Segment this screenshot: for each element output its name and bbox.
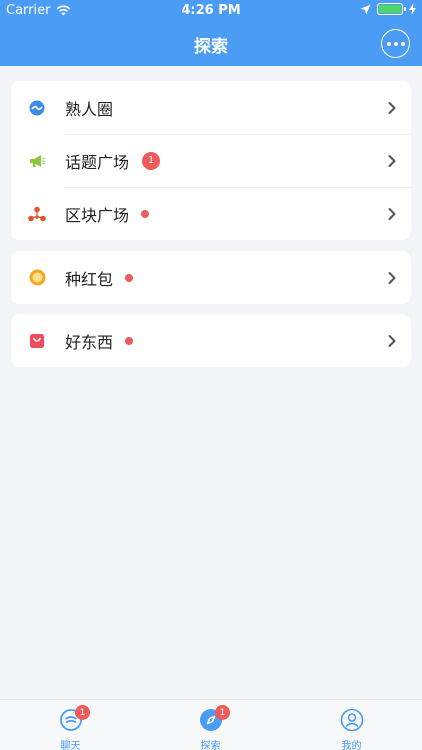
unread-dot bbox=[125, 336, 133, 345]
list-item-good-stuff[interactable]: 好东西 bbox=[11, 314, 411, 367]
shopping-bag-icon bbox=[28, 332, 46, 350]
list-item-topic-square[interactable]: 话题广场 1 bbox=[11, 134, 411, 187]
tab-badge: 1 bbox=[75, 705, 90, 720]
more-dot-icon bbox=[400, 41, 405, 46]
tab-label: 我的 bbox=[341, 741, 362, 750]
chevron-right-icon bbox=[388, 334, 396, 347]
status-time: 4:26 PM bbox=[181, 3, 241, 18]
row-label: 话题广场 bbox=[65, 152, 130, 172]
row-label: 种红包 bbox=[65, 269, 114, 289]
page-title: 探索 bbox=[194, 37, 228, 57]
list-item-plant-red-packet[interactable]: 种红包 bbox=[11, 251, 411, 304]
row-label: 好东西 bbox=[65, 332, 114, 352]
notification-count-badge: 1 bbox=[142, 151, 160, 170]
list-item-block-square[interactable]: 区块广场 bbox=[11, 187, 411, 240]
list-item-acquaintance-circle[interactable]: 熟人圈 bbox=[11, 81, 411, 134]
tab-chat[interactable]: 1 聊天 bbox=[0, 700, 141, 750]
unread-dot bbox=[125, 273, 133, 282]
tab-explore[interactable]: 1 探索 bbox=[140, 700, 281, 750]
row-label: 区块广场 bbox=[65, 205, 130, 225]
coin-icon bbox=[28, 269, 46, 287]
tab-label: 聊天 bbox=[60, 741, 81, 750]
status-right bbox=[360, 3, 416, 15]
status-bar: Carrier 4:26 PM bbox=[0, 0, 422, 22]
explore-card-social: 熟人圈 话题广场 1 区块广场 bbox=[11, 81, 411, 240]
explore-card-good-stuff: 好东西 bbox=[11, 314, 411, 367]
more-options-button[interactable] bbox=[381, 29, 410, 58]
explore-card-red-packet: 种红包 bbox=[11, 251, 411, 304]
more-dot-icon bbox=[393, 41, 398, 46]
row-label: 熟人圈 bbox=[65, 99, 114, 119]
chevron-right-icon bbox=[388, 207, 396, 220]
location-arrow-icon bbox=[360, 4, 371, 14]
unread-dot bbox=[141, 209, 149, 218]
profile-icon bbox=[340, 708, 363, 732]
tab-bar: 1 聊天 1 探索 我的 bbox=[0, 699, 422, 750]
tab-badge: 1 bbox=[215, 705, 230, 720]
tab-me[interactable]: 我的 bbox=[281, 700, 422, 750]
battery-level bbox=[379, 5, 401, 13]
chevron-right-icon bbox=[388, 101, 396, 114]
chevron-right-icon bbox=[388, 271, 396, 284]
charging-bolt-icon bbox=[409, 3, 416, 15]
battery-icon bbox=[377, 3, 406, 15]
chevron-right-icon bbox=[388, 154, 396, 167]
network-icon bbox=[28, 205, 46, 223]
more-dot-icon bbox=[386, 41, 391, 46]
circle-icon bbox=[28, 99, 46, 117]
header: Carrier 4:26 PM 探索 bbox=[0, 0, 422, 66]
megaphone-icon bbox=[28, 152, 46, 170]
tab-label: 探索 bbox=[200, 741, 221, 750]
